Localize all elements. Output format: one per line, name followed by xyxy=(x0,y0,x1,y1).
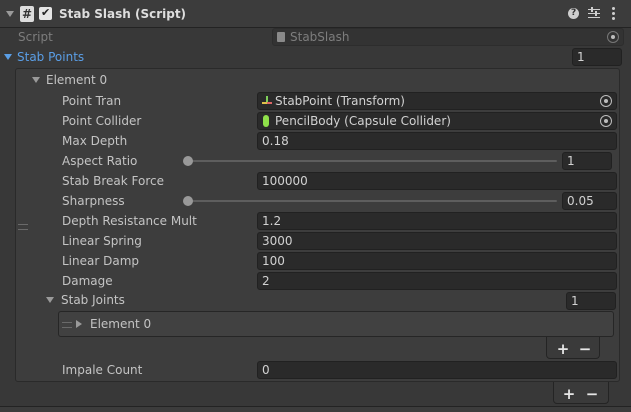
object-picker-icon xyxy=(607,31,619,43)
linear-spring-field[interactable]: 3000 xyxy=(257,232,617,250)
max-depth-field[interactable]: 0.18 xyxy=(257,132,617,150)
add-stab-point-button[interactable]: + xyxy=(562,386,576,402)
stab-points-label[interactable]: Stab Points xyxy=(17,49,84,65)
element-foldout-icon[interactable] xyxy=(32,77,40,83)
transform-icon xyxy=(262,96,272,106)
impale-count-label: Impale Count xyxy=(62,363,143,377)
stab-points-size-field[interactable]: 1 xyxy=(572,48,622,66)
element-label[interactable]: Element 0 xyxy=(46,72,107,88)
damage-field[interactable]: 2 xyxy=(257,272,617,290)
depth-resistance-mult-field[interactable]: 1.2 xyxy=(257,212,617,230)
stab-joints-label[interactable]: Stab Joints xyxy=(61,292,125,308)
aspect-ratio-label: Aspect Ratio xyxy=(62,154,138,168)
object-picker-icon[interactable] xyxy=(600,95,612,107)
stab-break-force-field[interactable]: 100000 xyxy=(257,172,617,190)
stab-joints-foldout-icon[interactable] xyxy=(46,297,54,303)
stab-joint-element-foldout-icon[interactable] xyxy=(76,320,82,328)
impale-count-field[interactable]: 0 xyxy=(257,361,617,379)
add-stab-joint-button[interactable]: + xyxy=(556,341,570,357)
stab-joints-size-field[interactable]: 1 xyxy=(566,292,616,310)
max-depth-label: Max Depth xyxy=(62,134,128,148)
stab-joint-element-label[interactable]: Element 0 xyxy=(90,316,151,332)
script-field: StabSlash xyxy=(272,28,624,46)
csharp-script-icon: # xyxy=(20,6,34,22)
linear-damp-field[interactable]: 100 xyxy=(257,252,617,270)
kebab-menu-icon[interactable] xyxy=(612,7,615,21)
aspect-ratio-slider[interactable] xyxy=(188,160,557,162)
damage-label: Damage xyxy=(62,274,113,288)
point-tran-field[interactable]: StabPoint (Transform) xyxy=(257,92,617,110)
capsule-collider-icon xyxy=(263,115,269,127)
collapse-arrow-icon[interactable] xyxy=(6,11,14,17)
remove-stab-joint-button[interactable]: − xyxy=(578,341,592,357)
stab-points-foldout-icon[interactable] xyxy=(4,54,12,60)
help-icon[interactable]: ? xyxy=(568,8,579,19)
aspect-ratio-field[interactable]: 1 xyxy=(562,152,612,170)
point-collider-label: Point Collider xyxy=(62,114,142,128)
presets-icon[interactable] xyxy=(588,7,600,19)
stab-break-force-label: Stab Break Force xyxy=(62,174,164,188)
linear-spring-label: Linear Spring xyxy=(62,234,142,248)
aspect-ratio-slider-knob[interactable] xyxy=(183,156,193,166)
object-picker-icon[interactable] xyxy=(600,115,612,127)
sharpness-slider-knob[interactable] xyxy=(183,196,193,206)
component-header: # ✔ Stab Slash (Script) ? xyxy=(0,0,631,28)
drag-handle-icon[interactable] xyxy=(62,322,72,328)
script-label: Script xyxy=(18,30,53,44)
linear-damp-label: Linear Damp xyxy=(62,254,140,268)
sharpness-slider[interactable] xyxy=(188,200,557,202)
component-title: Stab Slash (Script) xyxy=(59,7,187,21)
next-component-header xyxy=(0,406,631,412)
enabled-checkbox[interactable]: ✔ xyxy=(39,6,52,20)
point-collider-field[interactable]: PencilBody (Capsule Collider) xyxy=(257,112,617,130)
depth-resistance-mult-label: Depth Resistance Mult xyxy=(62,214,197,228)
sharpness-label: Sharpness xyxy=(62,194,125,208)
remove-stab-point-button[interactable]: − xyxy=(585,386,599,402)
sharpness-field[interactable]: 0.05 xyxy=(562,192,617,210)
script-file-icon xyxy=(277,32,285,42)
drag-handle-icon[interactable] xyxy=(18,224,28,230)
point-tran-label: Point Tran xyxy=(62,94,122,108)
